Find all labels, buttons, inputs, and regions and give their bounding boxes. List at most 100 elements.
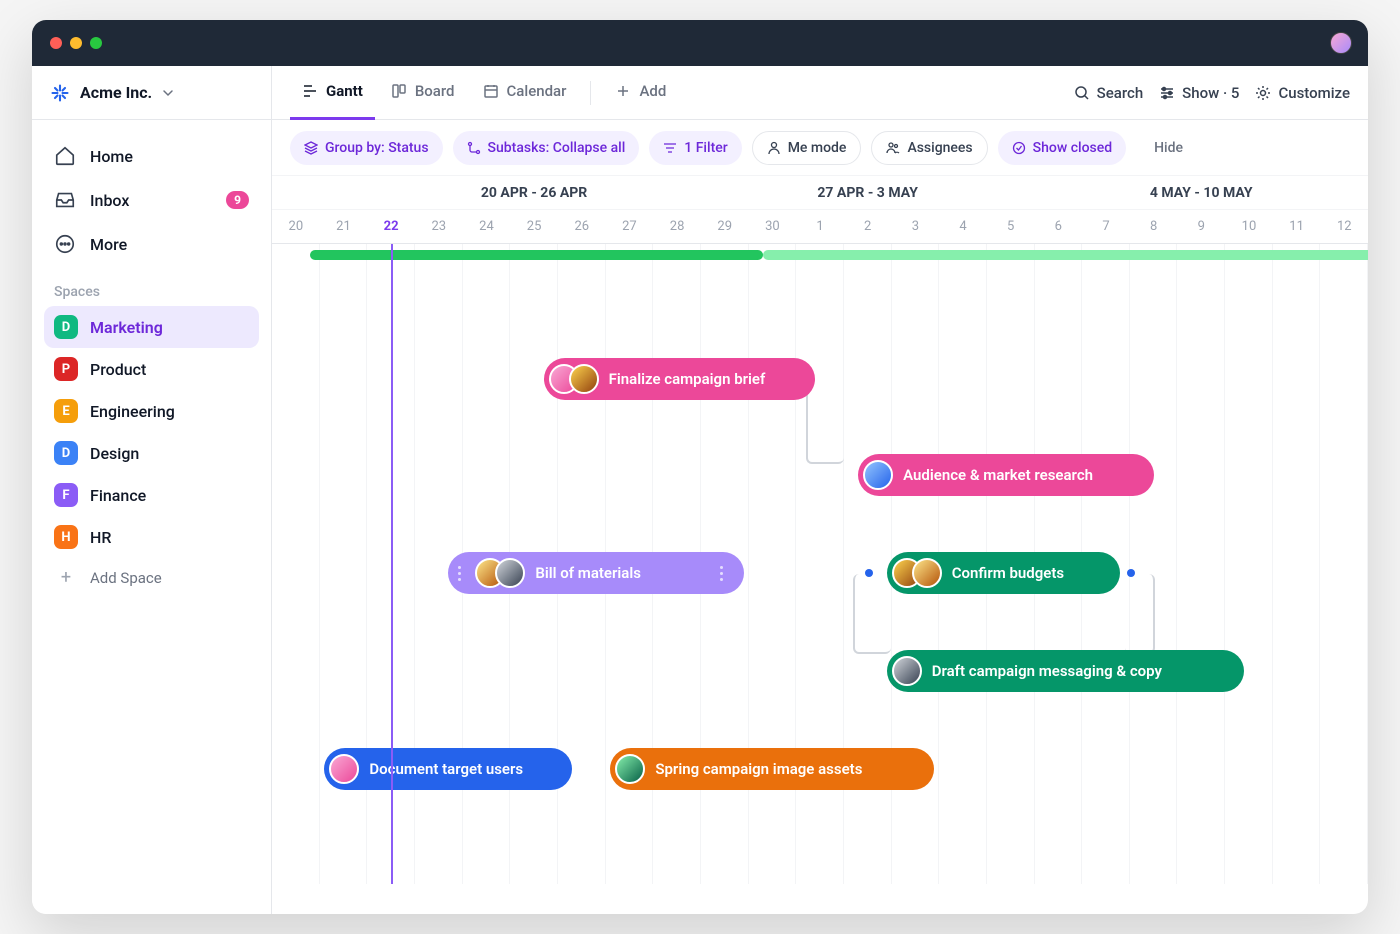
people-icon	[886, 141, 900, 155]
close-window-button[interactable]	[50, 37, 62, 49]
me-mode-chip[interactable]: Me mode	[752, 131, 862, 165]
customize-button[interactable]: Customize	[1255, 84, 1350, 102]
day-column: 20	[272, 210, 320, 243]
assignees-chip[interactable]: Assignees	[871, 131, 987, 165]
chevron-down-icon	[162, 87, 174, 99]
window-controls	[50, 37, 102, 49]
filter-chip[interactable]: 1 Filter	[649, 131, 741, 165]
chip-label: Me mode	[788, 140, 847, 156]
board-icon	[391, 83, 407, 99]
view-tabs: Gantt Board Calendar Add	[272, 66, 1368, 120]
tab-label: Gantt	[326, 82, 363, 100]
chip-label: Group by: Status	[325, 140, 429, 156]
day-column: 22	[367, 210, 415, 243]
search-button[interactable]: Search	[1074, 84, 1144, 102]
nav-inbox[interactable]: Inbox 9	[44, 180, 259, 220]
task-assignees	[892, 656, 922, 686]
timeline-summary-bar	[310, 250, 763, 260]
space-label: Engineering	[90, 402, 175, 421]
space-badge: H	[54, 525, 78, 549]
nav-label: Inbox	[90, 191, 129, 210]
nav-home[interactable]: Home	[44, 136, 259, 176]
task-assignees	[475, 558, 525, 588]
task-document-target-users[interactable]: Document target users	[324, 748, 572, 790]
space-label: Finance	[90, 486, 146, 505]
day-column: 7	[1082, 210, 1130, 243]
sidebar-space-engineering[interactable]: EEngineering	[44, 390, 259, 432]
filter-icon	[663, 141, 677, 155]
plus-icon	[615, 83, 631, 99]
day-column: 27	[606, 210, 654, 243]
task-bill-of-materials[interactable]: Bill of materials	[448, 552, 743, 594]
task-title: Confirm budgets	[952, 564, 1064, 582]
week-headers: 20 APR - 26 APR 27 APR - 3 MAY 4 MAY - 1…	[272, 176, 1368, 210]
day-column: 4	[939, 210, 987, 243]
sidebar-space-hr[interactable]: H HR	[44, 516, 259, 558]
subtasks-chip[interactable]: Subtasks: Collapse all	[453, 131, 640, 165]
space-label: Design	[90, 444, 139, 463]
hide-button[interactable]: Hide	[1144, 140, 1193, 156]
day-column: 28	[653, 210, 701, 243]
task-audience-research[interactable]: Audience & market research	[858, 454, 1153, 496]
tab-label: Add	[639, 82, 666, 100]
task-title: Draft campaign messaging & copy	[932, 662, 1162, 680]
sidebar-space-marketing[interactable]: DMarketing	[44, 306, 259, 348]
tab-calendar[interactable]: Calendar	[471, 66, 579, 120]
day-column: 5	[987, 210, 1035, 243]
day-column: 24	[463, 210, 511, 243]
day-column: 2	[844, 210, 892, 243]
customize-label: Customize	[1278, 84, 1350, 102]
add-space-button[interactable]: + Add Space	[44, 558, 259, 597]
tab-board[interactable]: Board	[379, 66, 467, 120]
space-label: HR	[90, 528, 111, 547]
day-column: 29	[701, 210, 749, 243]
home-icon	[54, 145, 76, 167]
task-assignees	[329, 754, 359, 784]
more-icon	[54, 233, 76, 255]
filter-bar: Group by: Status Subtasks: Collapse all …	[272, 120, 1368, 176]
workspace-switcher[interactable]: Acme Inc.	[32, 66, 271, 120]
add-space-label: Add Space	[90, 569, 162, 587]
spaces-heading: Spaces	[32, 270, 271, 306]
tab-add-view[interactable]: Add	[603, 66, 678, 120]
gantt-body[interactable]: TODAY Finalize campaign brief	[272, 244, 1368, 884]
minimize-window-button[interactable]	[70, 37, 82, 49]
sidebar-space-product[interactable]: PProduct	[44, 348, 259, 390]
sliders-icon	[1159, 85, 1175, 101]
day-column: 21	[320, 210, 368, 243]
task-assignees	[892, 558, 942, 588]
tab-gantt[interactable]: Gantt	[290, 66, 375, 120]
today-marker: TODAY	[391, 244, 393, 884]
inbox-icon	[54, 189, 76, 211]
day-column: 23	[415, 210, 463, 243]
space-badge: D	[54, 441, 78, 465]
day-column: 6	[1035, 210, 1083, 243]
layers-icon	[304, 141, 318, 155]
show-button[interactable]: Show · 5	[1159, 84, 1239, 102]
group-by-chip[interactable]: Group by: Status	[290, 131, 443, 165]
drag-handle-icon[interactable]	[453, 566, 465, 581]
show-closed-chip[interactable]: Show closed	[998, 131, 1126, 165]
drag-handle-icon[interactable]	[716, 566, 728, 581]
maximize-window-button[interactable]	[90, 37, 102, 49]
nav-more[interactable]: More	[44, 224, 259, 264]
sidebar-space-finance[interactable]: FFinance	[44, 474, 259, 516]
task-spring-campaign-assets[interactable]: Spring campaign image assets	[610, 748, 934, 790]
week-label: 27 APR - 3 MAY	[701, 176, 1035, 209]
divider	[590, 81, 591, 105]
profile-avatar[interactable]	[1330, 32, 1352, 54]
chip-label: Subtasks: Collapse all	[488, 140, 626, 156]
chip-label: Assignees	[907, 140, 972, 156]
app-window: Acme Inc. Home Inbox 9 More Spaces	[32, 20, 1368, 914]
inbox-badge: 9	[226, 191, 249, 209]
day-headers: 2021222324252627282930123456789101112	[272, 210, 1368, 244]
task-confirm-budgets[interactable]: Confirm budgets	[887, 552, 1120, 594]
sidebar-space-design[interactable]: D Design	[44, 432, 259, 474]
task-draft-messaging[interactable]: Draft campaign messaging & copy	[887, 650, 1244, 692]
task-title: Spring campaign image assets	[655, 760, 862, 778]
chip-label: Show closed	[1033, 140, 1112, 156]
task-assignees	[615, 754, 645, 784]
nav-label: More	[90, 235, 127, 254]
task-finalize-campaign-brief[interactable]: Finalize campaign brief	[544, 358, 816, 400]
day-column: 8	[1130, 210, 1178, 243]
